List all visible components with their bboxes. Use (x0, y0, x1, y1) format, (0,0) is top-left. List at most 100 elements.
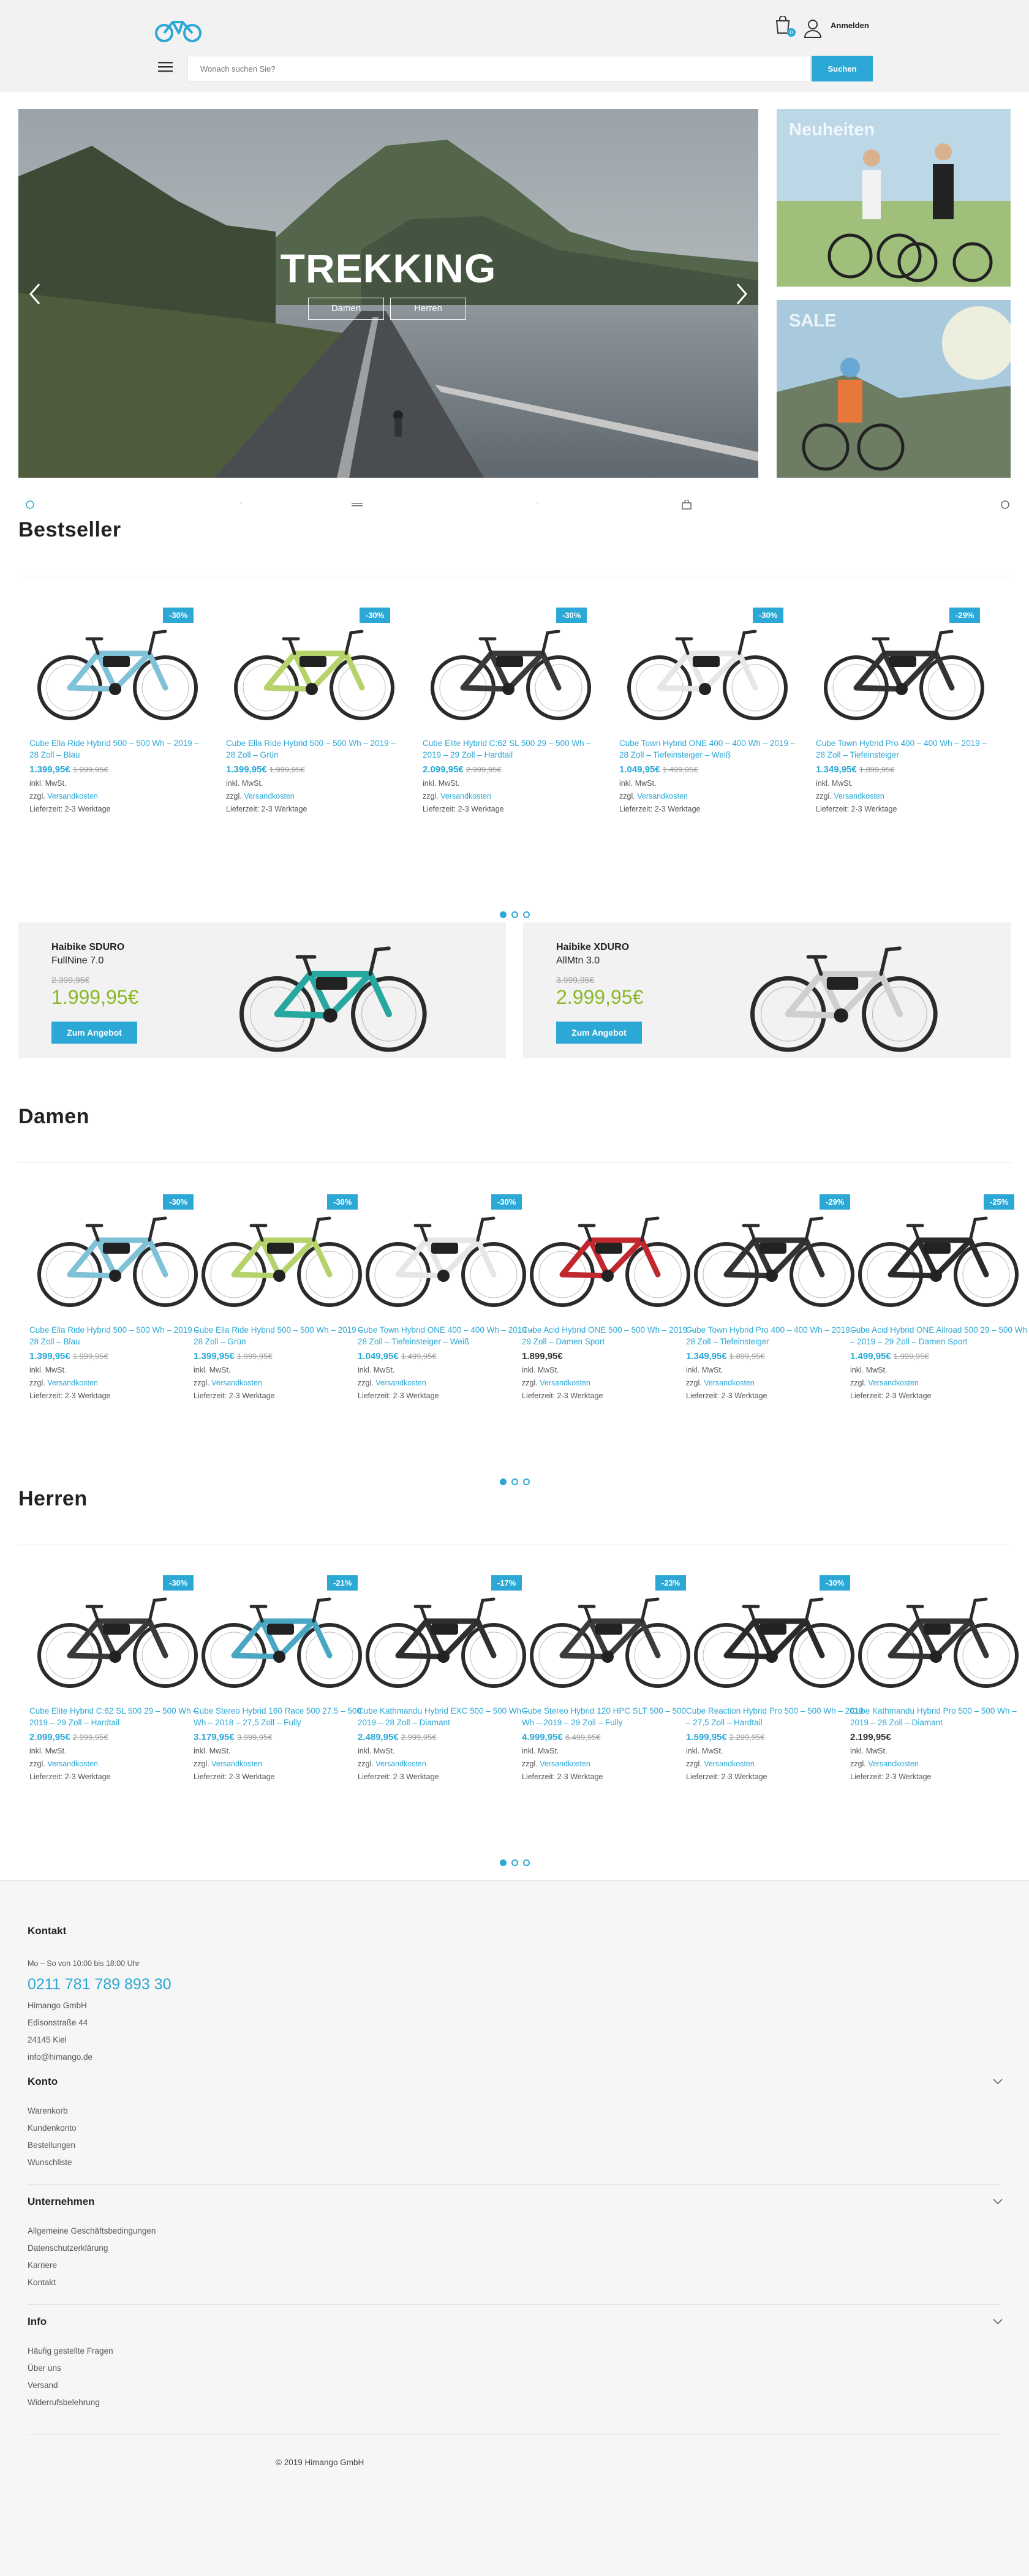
menu-lines-icon[interactable] (352, 500, 363, 510)
product-image[interactable]: -25% (850, 1194, 1028, 1323)
product-image[interactable]: -17% (358, 1575, 535, 1704)
neuheiten-banner[interactable]: Neuheiten (777, 109, 1011, 287)
konto-heading[interactable]: Konto (28, 2076, 58, 2088)
sale-banner[interactable]: SALE (777, 300, 1011, 478)
footer-link[interactable]: Kontakt (28, 2278, 56, 2287)
login-link[interactable]: Anmelden (831, 21, 869, 30)
chevron-left-icon[interactable] (26, 282, 44, 306)
hero-damen-button[interactable]: Damen (308, 298, 384, 320)
product-card[interactable]: -21% Cube Stereo Hybrid 160 Race 500 27.5… (194, 1575, 371, 1781)
chevron-down-icon[interactable] (992, 2318, 1003, 2326)
shipping-costs-link[interactable]: Versandkosten (440, 792, 491, 800)
product-name-link[interactable]: Cube Stereo Hybrid 120 HPC SLT 500 – 500… (522, 1705, 699, 1728)
carousel-dot[interactable] (511, 911, 518, 918)
product-name-link[interactable]: Cube Ella Ride Hybrid 500 – 500 Wh – 201… (226, 737, 404, 761)
product-name-link[interactable]: Cube Ella Ride Hybrid 500 – 500 Wh – 201… (194, 1324, 371, 1347)
product-image[interactable]: -30% (29, 1575, 207, 1704)
shipping-costs-link[interactable]: Versandkosten (540, 1379, 590, 1387)
product-name-link[interactable]: Cube Reaction Hybrid Pro 500 – 500 Wh – … (686, 1705, 864, 1728)
product-name-link[interactable]: Cube Ella Ride Hybrid 500 – 500 Wh – 201… (29, 737, 207, 761)
shipping-costs-link[interactable]: Versandkosten (868, 1379, 919, 1387)
product-name-link[interactable]: Cube Kathmandu Hybrid Pro 500 – 500 Wh –… (850, 1705, 1028, 1728)
product-card[interactable]: -30% Cube Ella Ride Hybrid 500 – 500 Wh –… (29, 1194, 207, 1400)
shipping-costs-link[interactable]: Versandkosten (637, 792, 688, 800)
footer-link[interactable]: Häufig gestellte Fragen (28, 2346, 113, 2356)
shipping-costs-link[interactable]: Versandkosten (375, 1379, 426, 1387)
product-card[interactable]: -29% Cube Town Hybrid Pro 400 – 400 Wh – … (686, 1194, 864, 1400)
product-image[interactable]: -21% (194, 1575, 371, 1704)
product-card[interactable]: -30% Cube Ella Ride Hybrid 500 – 500 Wh –… (29, 608, 207, 813)
promo-card[interactable]: Haibike SDURO FullNine 7.0 2.399,95€ 1.9… (18, 922, 506, 1058)
shipping-costs-link[interactable]: Versandkosten (47, 792, 98, 800)
product-image[interactable]: -30% (619, 608, 797, 736)
carousel-dot[interactable] (499, 1478, 507, 1485)
product-card[interactable]: -23% Cube Stereo Hybrid 120 HPC SLT 500 –… (522, 1575, 699, 1781)
shipping-costs-link[interactable]: Versandkosten (704, 1379, 755, 1387)
product-image[interactable]: -30% (194, 1194, 371, 1323)
carousel-dot[interactable] (499, 911, 507, 918)
product-name-link[interactable]: Cube Town Hybrid Pro 400 – 400 Wh – 2019… (686, 1324, 864, 1347)
chevron-right-icon[interactable] (733, 282, 751, 306)
product-image[interactable] (850, 1575, 1028, 1704)
product-card[interactable]: -30% Cube Town Hybrid ONE 400 – 400 Wh – … (358, 1194, 535, 1400)
carousel-dot[interactable] (499, 1859, 507, 1866)
bicycle-logo-icon[interactable] (154, 18, 203, 43)
footer-link[interactable]: Allgemeine Geschäftsbedingungen (28, 2226, 156, 2235)
product-image[interactable]: -29% (816, 608, 993, 736)
product-image[interactable]: -30% (358, 1194, 535, 1323)
product-name-link[interactable]: Cube Town Hybrid Pro 400 – 400 Wh – 2019… (816, 737, 993, 761)
product-image[interactable] (522, 1194, 699, 1323)
footer-link[interactable]: Widerrufsbelehrung (28, 2398, 100, 2407)
menu-icon[interactable] (158, 61, 173, 73)
carousel-dot[interactable] (522, 911, 530, 918)
product-card[interactable]: -17% Cube Kathmandu Hybrid EXC 500 – 500 … (358, 1575, 535, 1781)
product-card[interactable]: -30% Cube Elite Hybrid C:62 SL 500 29 – 5… (423, 608, 600, 813)
product-image[interactable]: -30% (686, 1575, 864, 1704)
product-card[interactable]: Cube Kathmandu Hybrid Pro 500 – 500 Wh –… (850, 1575, 1028, 1781)
search-button[interactable]: Suchen (812, 56, 873, 81)
product-name-link[interactable]: Cube Ella Ride Hybrid 500 – 500 Wh – 201… (29, 1324, 207, 1347)
shipping-costs-link[interactable]: Versandkosten (868, 1760, 919, 1768)
product-image[interactable]: -29% (686, 1194, 864, 1323)
product-name-link[interactable]: Cube Elite Hybrid C:62 SL 500 29 – 500 W… (29, 1705, 207, 1728)
product-image[interactable]: -30% (423, 608, 600, 736)
bag-icon[interactable] (681, 500, 692, 510)
shipping-costs-link[interactable]: Versandkosten (244, 792, 295, 800)
chevron-down-icon[interactable] (992, 2198, 1003, 2205)
footer-link[interactable]: Kundenkonto (28, 2123, 77, 2133)
product-image[interactable]: -30% (226, 608, 404, 736)
promo-offer-button[interactable]: Zum Angebot (556, 1022, 642, 1044)
shipping-costs-link[interactable]: Versandkosten (375, 1760, 426, 1768)
product-card[interactable]: -30% Cube Elite Hybrid C:62 SL 500 29 – 5… (29, 1575, 207, 1781)
category-icon[interactable] (24, 500, 36, 510)
promo-card[interactable]: Haibike XDURO AllMtn 3.0 3.999,95€ 2.999… (523, 922, 1011, 1058)
carousel-dot[interactable] (511, 1478, 518, 1485)
shipping-costs-link[interactable]: Versandkosten (47, 1760, 98, 1768)
clock-icon[interactable] (1000, 500, 1011, 510)
carousel-dot[interactable] (522, 1478, 530, 1485)
chevron-down-icon[interactable] (992, 2078, 1003, 2085)
product-card[interactable]: -30% Cube Ella Ride Hybrid 500 – 500 Wh –… (226, 608, 404, 813)
hero-herren-button[interactable]: Herren (390, 298, 466, 320)
unternehmen-heading[interactable]: Unternehmen (28, 2196, 95, 2208)
carousel-dot[interactable] (511, 1859, 518, 1866)
product-name-link[interactable]: Cube Elite Hybrid C:62 SL 500 29 – 500 W… (423, 737, 600, 761)
product-name-link[interactable]: Cube Acid Hybrid ONE 500 – 500 Wh – 2019… (522, 1324, 699, 1347)
footer-link[interactable]: Warenkorb (28, 2106, 68, 2115)
info-heading[interactable]: Info (28, 2316, 47, 2328)
footer-link[interactable]: Über uns (28, 2363, 61, 2373)
product-card[interactable]: -25% Cube Acid Hybrid ONE Allroad 500 29 … (850, 1194, 1028, 1400)
footer-link[interactable]: Datenschutzerklärung (28, 2243, 108, 2253)
contact-email[interactable]: info@himango.de (28, 2052, 92, 2062)
footer-link[interactable]: Bestellungen (28, 2141, 75, 2150)
product-card[interactable]: -30% Cube Reaction Hybrid Pro 500 – 500 W… (686, 1575, 864, 1781)
shipping-costs-link[interactable]: Versandkosten (47, 1379, 98, 1387)
product-card[interactable]: -30% Cube Ella Ride Hybrid 500 – 500 Wh –… (194, 1194, 371, 1400)
product-card[interactable]: -30% Cube Town Hybrid ONE 400 – 400 Wh – … (619, 608, 797, 813)
promo-offer-button[interactable]: Zum Angebot (51, 1022, 137, 1044)
carousel-dot[interactable] (522, 1859, 530, 1866)
user-icon[interactable] (804, 18, 822, 38)
product-image[interactable]: -23% (522, 1575, 699, 1704)
footer-link[interactable]: Karriere (28, 2261, 57, 2270)
product-card[interactable]: -29% Cube Town Hybrid Pro 400 – 400 Wh – … (816, 608, 993, 813)
